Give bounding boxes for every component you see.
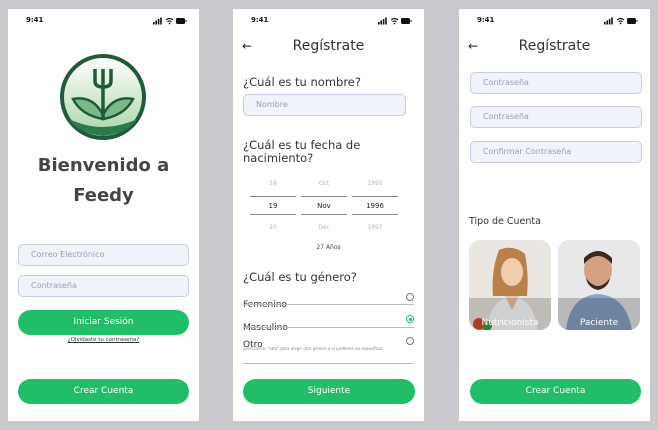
gender-option-label: Femenino bbox=[243, 300, 287, 310]
register-screen-step2: 9:41 ← Regístrate Contraseña Contraseña … bbox=[459, 9, 650, 421]
email-field[interactable]: Correo Electrónico bbox=[18, 244, 189, 266]
name-field[interactable]: Nombre bbox=[243, 94, 406, 116]
status-icons bbox=[604, 17, 638, 25]
gender-option-femenino[interactable]: Femenino bbox=[243, 292, 414, 311]
radio-button-selected[interactable] bbox=[406, 315, 414, 323]
status-time: 9:41 bbox=[251, 16, 269, 24]
create-account-button[interactable]: Crear Cuenta bbox=[470, 379, 641, 404]
year-next[interactable]: 1997 bbox=[352, 224, 398, 231]
day-selected[interactable]: 19 bbox=[250, 202, 296, 210]
day-prev[interactable]: 18 bbox=[250, 180, 296, 187]
month-next[interactable]: Dec bbox=[301, 224, 347, 231]
confirm-password-field[interactable]: Confirmar Contraseña bbox=[470, 141, 642, 163]
month-selected[interactable]: Nov bbox=[301, 202, 347, 210]
password-field[interactable]: Contraseña bbox=[470, 72, 642, 94]
header: ← Regístrate bbox=[233, 38, 424, 56]
status-time: 9:41 bbox=[477, 16, 495, 24]
create-account-button[interactable]: Crear Cuenta bbox=[18, 379, 189, 404]
radio-button[interactable] bbox=[406, 293, 414, 301]
patient-photo bbox=[558, 240, 640, 330]
status-bar: 9:41 bbox=[233, 16, 424, 28]
page-title: Regístrate bbox=[518, 38, 591, 54]
divider bbox=[243, 363, 414, 364]
header: ← Regístrate bbox=[459, 38, 650, 56]
register-screen-step1: 9:41 ← Regístrate ¿Cuál es tu nombre? No… bbox=[233, 9, 424, 421]
login-button[interactable]: Iniciar Sesión bbox=[18, 310, 189, 335]
picker-divider bbox=[250, 214, 296, 215]
next-button[interactable]: Siguiente bbox=[243, 379, 415, 404]
divider bbox=[243, 327, 414, 328]
picker-divider bbox=[352, 196, 398, 197]
welcome-title-line2: Feedy bbox=[73, 185, 134, 206]
status-icons bbox=[378, 17, 412, 25]
status-time: 9:41 bbox=[26, 16, 44, 24]
login-screen: 9:41 Bienvenido a Feedy Correo Electróni… bbox=[8, 9, 199, 421]
picker-divider bbox=[352, 214, 398, 215]
welcome-title-line1: Bienvenido a bbox=[37, 155, 170, 176]
nutritionist-photo bbox=[469, 240, 551, 330]
year-prev[interactable]: 1995 bbox=[352, 180, 398, 187]
status-bar: 9:41 bbox=[459, 16, 650, 28]
password-field[interactable]: Contraseña bbox=[18, 275, 189, 297]
name-question: ¿Cuál es tu nombre? bbox=[243, 75, 361, 89]
gender-question: ¿Cuál es tu género? bbox=[243, 270, 357, 284]
page-title: Regístrate bbox=[292, 38, 365, 54]
password-repeat-field[interactable]: Contraseña bbox=[470, 106, 642, 128]
account-card-nutricionista[interactable]: Nutricionista bbox=[469, 240, 551, 330]
divider bbox=[243, 304, 414, 305]
day-next[interactable]: 20 bbox=[250, 224, 296, 231]
month-prev[interactable]: Oct bbox=[301, 180, 347, 187]
age-label: 27 Años bbox=[316, 244, 341, 251]
other-hint-text: Seleccionar "otro" para elegir otro géne… bbox=[243, 346, 384, 351]
account-card-label: Nutricionista bbox=[481, 318, 539, 328]
forgot-password-link[interactable]: ¿Olvidaste tu contraseña? bbox=[8, 337, 199, 343]
status-bar: 9:41 bbox=[8, 16, 199, 28]
account-card-label: Paciente bbox=[579, 318, 619, 328]
account-card-paciente[interactable]: Paciente bbox=[558, 240, 640, 330]
status-icons bbox=[153, 17, 187, 25]
picker-divider bbox=[301, 214, 347, 215]
feedy-logo bbox=[60, 54, 146, 140]
year-selected[interactable]: 1996 bbox=[352, 202, 398, 210]
account-type-label: Tipo de Cuenta bbox=[469, 216, 541, 227]
picker-divider bbox=[250, 196, 296, 197]
picker-divider bbox=[301, 196, 347, 197]
dob-question-line2: nacimiento? bbox=[243, 151, 314, 165]
radio-button[interactable] bbox=[406, 337, 414, 345]
